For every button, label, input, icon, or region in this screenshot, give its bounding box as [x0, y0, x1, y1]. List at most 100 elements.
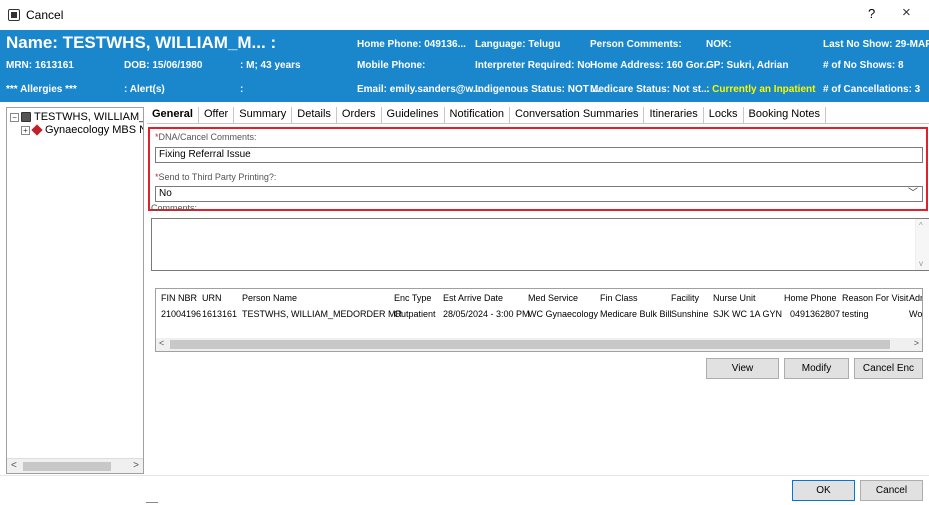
- tab-details[interactable]: Details: [292, 107, 337, 123]
- table-cell: testing: [842, 309, 869, 319]
- table-header[interactable]: Adm: [909, 293, 922, 303]
- home-address: Home Address: 160 Gor...: [590, 60, 712, 71]
- tab-conversation-summaries[interactable]: Conversation Summaries: [510, 107, 645, 123]
- mrn: MRN: 1613161: [6, 60, 74, 71]
- cancel-button[interactable]: Cancel: [860, 480, 923, 501]
- dialog-footer: OK Cancel: [0, 475, 929, 505]
- allergies[interactable]: *** Allergies ***: [6, 84, 77, 95]
- modify-button[interactable]: Modify: [784, 358, 849, 379]
- comments-scroll-layer: ^ v: [151, 218, 929, 271]
- table-header[interactable]: FIN NBR: [161, 293, 197, 303]
- tab-offer[interactable]: Offer: [199, 107, 235, 123]
- select-value: No: [159, 188, 172, 199]
- last-no-show: Last No Show: 29-MAR-...: [823, 39, 929, 50]
- third-party-label: *Send to Third Party Printing?:: [155, 172, 277, 182]
- table-cell: Medicare Bulk Bill: [600, 309, 672, 319]
- tab-general[interactable]: General: [147, 107, 199, 123]
- table-header[interactable]: URN: [202, 293, 222, 303]
- scroll-left-icon[interactable]: <: [159, 338, 164, 348]
- alerts[interactable]: : Alert(s): [124, 84, 165, 95]
- scroll-right-icon[interactable]: >: [914, 338, 919, 348]
- third-party-printing-select[interactable]: No ﹀: [155, 186, 923, 202]
- tab-itineraries[interactable]: Itineraries: [644, 107, 704, 123]
- patient-banner: Name: TESTWHS, WILLIAM_M... : MRN: 16131…: [0, 30, 929, 102]
- table-header[interactable]: Fin Class: [600, 293, 638, 303]
- email: Email: emily.sanders@w...: [357, 84, 482, 95]
- table-cell: Outpatient: [394, 309, 436, 319]
- encounter-icon: [31, 124, 43, 136]
- table-cell: Sunshine: [671, 309, 709, 319]
- dna-label: *DNA/Cancel Comments:: [155, 132, 257, 142]
- scroll-thumb[interactable]: [23, 462, 111, 471]
- tab-booking-notes[interactable]: Booking Notes: [744, 107, 827, 123]
- table-header[interactable]: Est Arrive Date: [443, 293, 503, 303]
- collapse-icon[interactable]: −: [10, 112, 19, 122]
- table-cell: Wo: [909, 309, 923, 319]
- person-comments: Person Comments:: [590, 39, 682, 50]
- table-cell: TESTWHS, WILLIAM_MEDORDER MR: [242, 309, 403, 319]
- nok: NOK:: [706, 39, 732, 50]
- patient-icon: [21, 112, 31, 123]
- language: Language: Telugu: [475, 39, 561, 50]
- tab-locks[interactable]: Locks: [704, 107, 744, 123]
- scroll-left-icon[interactable]: <: [11, 460, 17, 471]
- patient-name: Name: TESTWHS, WILLIAM_M... :: [6, 33, 277, 52]
- alerts-value: :: [240, 84, 244, 95]
- scroll-right-icon[interactable]: >: [133, 460, 139, 471]
- table-cell: WC Gynaecology: [528, 309, 599, 319]
- table-header[interactable]: Enc Type: [394, 293, 431, 303]
- tree-node-patient[interactable]: − TESTWHS, WILLIAM_ME: [10, 111, 143, 123]
- help-button[interactable]: ?: [868, 6, 875, 21]
- ok-button[interactable]: OK: [792, 480, 855, 501]
- dna-cancel-comments-input[interactable]: Fixing Referral Issue: [155, 147, 923, 163]
- title-bar: Cancel ? ×: [0, 0, 929, 30]
- cancel-enc-button[interactable]: Cancel Enc: [854, 358, 923, 379]
- view-button[interactable]: View: [706, 358, 779, 379]
- inpatient-status: : Currently an Inpatient: [706, 84, 816, 95]
- window-title: Cancel: [26, 8, 64, 22]
- tree-horizontal-scrollbar[interactable]: < >: [7, 458, 143, 473]
- app-icon: [8, 9, 20, 21]
- comments-vertical-scrollbar[interactable]: ^ v: [915, 219, 929, 270]
- encounter-table: FIN NBR URN Person Name Enc Type Est Arr…: [155, 288, 923, 352]
- table-cell: 21004196: [161, 309, 202, 319]
- tab-orders[interactable]: Orders: [337, 107, 382, 123]
- table-horizontal-scrollbar[interactable]: < >: [156, 338, 922, 351]
- tab-summary[interactable]: Summary: [234, 107, 293, 123]
- expand-icon[interactable]: +: [21, 125, 30, 135]
- chevron-down-icon: ﹀: [908, 188, 918, 199]
- general-panel: *DNA/Cancel Comments: Fixing Referral Is…: [147, 123, 929, 475]
- table-cell: 1613161: [202, 309, 238, 319]
- close-icon[interactable]: ×: [902, 4, 911, 21]
- table-cell: 0491362807: [790, 309, 841, 319]
- home-phone: Home Phone: 049136...: [357, 39, 466, 50]
- table-header[interactable]: Person Name: [242, 293, 297, 303]
- scroll-down-icon[interactable]: v: [919, 259, 923, 268]
- table-header[interactable]: Home Phone: [784, 293, 837, 303]
- tree-node-encounter[interactable]: + Gynaecology MBS N: [21, 124, 144, 136]
- cancellations-count: # of Cancellations: 3: [823, 84, 921, 95]
- table-header[interactable]: Facility: [671, 293, 699, 303]
- encounter-tree: −TESTWHS, WILLIAM_ME +Gynaecology MBS N …: [6, 107, 144, 474]
- no-shows-count: # of No Shows: 8: [823, 60, 904, 71]
- scroll-thumb[interactable]: [170, 340, 890, 349]
- sex-age: : M; 43 years: [240, 60, 301, 71]
- interpreter: Interpreter Required: No: [475, 60, 591, 71]
- tab-guidelines[interactable]: Guidelines: [382, 107, 445, 123]
- tab-notification[interactable]: Notification: [445, 107, 510, 123]
- gp: GP: Sukri, Adrian: [706, 60, 789, 71]
- table-cell: 28/05/2024 - 3:00 PM: [443, 309, 530, 319]
- medicare-status: Medicare Status: Not st...: [590, 84, 710, 95]
- table-header[interactable]: Reason For Visit: [842, 293, 908, 303]
- tree-node-label: TESTWHS, WILLIAM_ME: [34, 111, 143, 123]
- mobile-phone: Mobile Phone:: [357, 60, 426, 71]
- indigenous-status: Indigenous Status: NOT ...: [475, 84, 600, 95]
- comments-label: Comments:: [151, 203, 198, 213]
- table-header[interactable]: Nurse Unit: [713, 293, 756, 303]
- tree-node-label: Gynaecology MBS N: [45, 124, 144, 136]
- tab-strip: General Offer Summary Details Orders Guidelin…: [147, 107, 827, 123]
- table-header[interactable]: Med Service: [528, 293, 578, 303]
- dob: DOB: 15/06/1980: [124, 60, 203, 71]
- table-cell: SJK WC 1A GYN: [713, 309, 783, 319]
- scroll-up-icon[interactable]: ^: [919, 221, 923, 230]
